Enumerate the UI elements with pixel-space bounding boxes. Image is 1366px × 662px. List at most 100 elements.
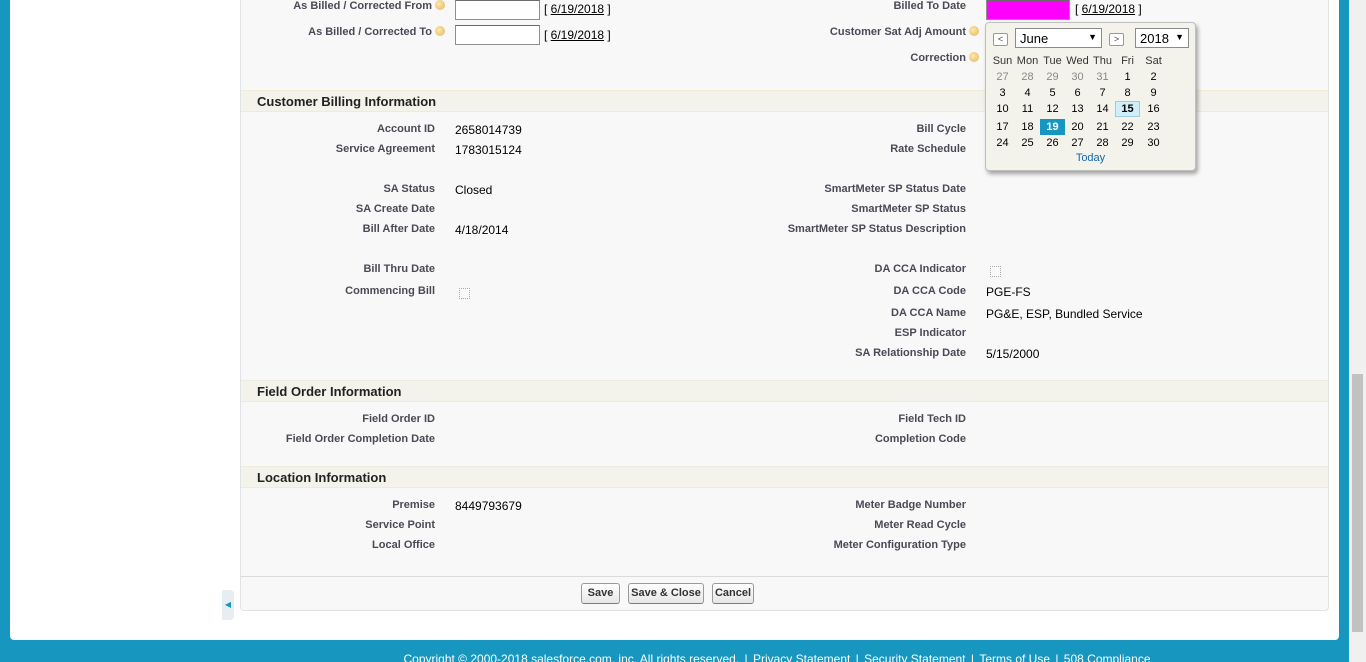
calendar-day[interactable]: 13 — [1065, 101, 1090, 117]
billed-to-date-label: Billed To Date — [893, 0, 966, 12]
calendar-day[interactable]: 25 — [1015, 135, 1040, 151]
field-tech-id-label: Field Tech ID — [898, 413, 966, 425]
field-order-id-label: Field Order ID — [362, 413, 435, 425]
sa-relationship-date-value: 5/15/2000 — [986, 347, 1040, 361]
weekday-header: Thu — [1093, 55, 1112, 67]
calendar-day[interactable]: 10 — [990, 101, 1015, 117]
as-billed-to-input[interactable] — [455, 25, 540, 45]
year-select-value: 2018 — [1140, 31, 1169, 46]
calendar-day[interactable]: 5 — [1040, 85, 1065, 101]
da-cca-name-label: DA CCA Name — [891, 307, 966, 319]
vertical-scrollbar[interactable] — [1349, 0, 1366, 662]
sa-create-date-label: SA Create Date — [355, 203, 435, 215]
as-billed-to-label: As Billed / Corrected To — [308, 26, 445, 38]
meter-read-cycle-label: Meter Read Cycle — [874, 519, 966, 531]
field-order-section-header: Field Order Information — [241, 380, 1328, 402]
month-select[interactable]: June ▼ — [1015, 28, 1102, 48]
service-agreement-value: 1783015124 — [455, 143, 522, 157]
compliance-link[interactable]: 508 Compliance — [1064, 652, 1151, 662]
as-billed-from-date-link[interactable]: [ 6/19/2018 ] — [544, 2, 611, 16]
service-agreement-label: Service Agreement — [335, 143, 435, 155]
calendar-day[interactable]: 21 — [1090, 119, 1115, 135]
calendar-day[interactable]: 18 — [1015, 119, 1040, 135]
correction-label: Correction — [910, 52, 979, 64]
calendar-day[interactable]: 26 — [1040, 135, 1065, 151]
sa-relationship-date-label: SA Relationship Date — [855, 347, 966, 359]
as-billed-from-input[interactable] — [455, 0, 540, 20]
calendar-day[interactable]: 29 — [1115, 135, 1140, 151]
calendar-day[interactable]: 30 — [1065, 69, 1090, 85]
calendar-day[interactable]: 22 — [1115, 119, 1140, 135]
meter-configuration-type-label: Meter Configuration Type — [833, 539, 966, 551]
da-cca-code-value: PGE-FS — [986, 285, 1031, 299]
calendar-day[interactable]: 29 — [1040, 69, 1065, 85]
calendar-day[interactable]: 4 — [1015, 85, 1040, 101]
calendar-day[interactable]: 6 — [1065, 85, 1090, 101]
calendar-day[interactable]: 3 — [990, 85, 1015, 101]
sidebar-collapse-icon[interactable]: ◀ — [222, 590, 234, 620]
cancel-button[interactable]: Cancel — [712, 583, 754, 604]
chevron-down-icon: ▼ — [1088, 32, 1097, 42]
da-cca-name-value: PG&E, ESP, Bundled Service — [986, 307, 1143, 321]
rate-schedule-label: Rate Schedule — [890, 143, 966, 155]
calendar-day[interactable]: 31 — [1090, 69, 1115, 85]
calendar-day[interactable]: 11 — [1015, 101, 1040, 117]
weekday-header: Mon — [1016, 55, 1039, 67]
today-link[interactable]: Today — [986, 152, 1195, 164]
as-billed-from-label: As Billed / Corrected From — [293, 0, 445, 12]
bill-cycle-label: Bill Cycle — [916, 123, 966, 135]
save-button[interactable]: Save — [581, 583, 620, 604]
calendar-day[interactable]: 9 — [1141, 85, 1166, 101]
as-billed-to-date-link[interactable]: [ 6/19/2018 ] — [544, 28, 611, 42]
calendar-day[interactable]: 28 — [1015, 69, 1040, 85]
smartmeter-status-date-label: SmartMeter SP Status Date — [824, 183, 966, 195]
location-section-header: Location Information — [241, 466, 1328, 488]
calendar-day[interactable]: 28 — [1090, 135, 1115, 151]
da-cca-indicator-label: DA CCA Indicator — [874, 263, 966, 275]
calendar-day[interactable]: 23 — [1141, 119, 1166, 135]
year-select[interactable]: 2018 ▼ — [1135, 28, 1189, 48]
calendar-day[interactable]: 27 — [990, 69, 1015, 85]
premise-label: Premise — [392, 499, 435, 511]
bill-after-date-value: 4/18/2014 — [455, 223, 509, 237]
calendar-day[interactable]: 24 — [990, 135, 1015, 151]
terms-of-use-link[interactable]: Terms of Use — [979, 652, 1050, 662]
calendar-day[interactable]: 20 — [1065, 119, 1090, 135]
help-icon[interactable] — [435, 0, 445, 10]
calendar-day[interactable]: 30 — [1141, 135, 1166, 151]
weekday-header: Sat — [1145, 55, 1162, 67]
prev-month-icon[interactable]: < — [993, 33, 1008, 46]
calendar-day[interactable]: 7 — [1090, 85, 1115, 101]
calendar-day[interactable]: 14 — [1090, 101, 1115, 117]
service-point-label: Service Point — [365, 519, 435, 531]
calendar-day[interactable]: 17 — [990, 119, 1015, 135]
calendar-day[interactable]: 16 — [1141, 101, 1166, 117]
copyright-text: Copyright © 2000-2018 salesforce.com, in… — [403, 652, 740, 662]
save-and-close-button[interactable]: Save & Close — [628, 583, 704, 604]
scrollbar-thumb[interactable] — [1352, 374, 1363, 632]
privacy-statement-link[interactable]: Privacy Statement — [753, 652, 850, 662]
button-bar-divider — [241, 576, 1328, 577]
calendar-day[interactable]: 12 — [1040, 101, 1065, 117]
calendar-day[interactable]: 27 — [1065, 135, 1090, 151]
da-cca-indicator-checkbox[interactable] — [990, 266, 1001, 277]
completion-code-label: Completion Code — [874, 433, 966, 445]
calendar-day[interactable]: 8 — [1115, 85, 1140, 101]
security-statement-link[interactable]: Security Statement — [864, 652, 965, 662]
help-icon[interactable] — [969, 52, 979, 62]
calendar-day[interactable]: 15 — [1115, 101, 1140, 117]
smartmeter-status-description-label: SmartMeter SP Status Description — [787, 223, 966, 235]
meter-badge-number-label: Meter Badge Number — [855, 499, 966, 511]
sa-status-label: SA Status — [383, 183, 435, 195]
esp-indicator-label: ESP Indicator — [894, 327, 966, 339]
help-icon[interactable] — [435, 26, 445, 36]
next-month-icon[interactable]: > — [1109, 33, 1124, 46]
commencing-bill-checkbox[interactable] — [459, 288, 470, 299]
calendar-day[interactable]: 1 — [1115, 69, 1140, 85]
local-office-label: Local Office — [372, 539, 435, 551]
billed-to-date-input[interactable] — [986, 0, 1070, 20]
billed-to-date-link[interactable]: [ 6/19/2018 ] — [1075, 2, 1142, 16]
calendar-day[interactable]: 19 — [1040, 119, 1065, 135]
help-icon[interactable] — [969, 26, 979, 36]
calendar-day[interactable]: 2 — [1141, 69, 1166, 85]
